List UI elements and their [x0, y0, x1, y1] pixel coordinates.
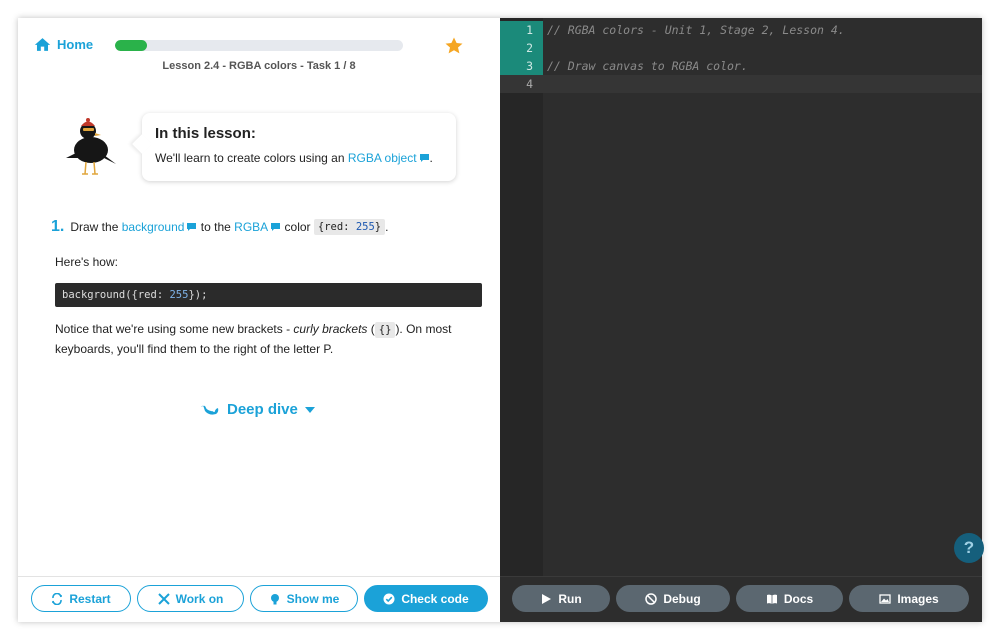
docs-label: Docs — [783, 591, 814, 606]
inline-code-prefix: {red: — [317, 221, 356, 233]
lesson-header: Home Lesson 2.4 - RGBA colors - Task 1 /… — [18, 18, 500, 78]
restart-label: Restart — [69, 591, 111, 606]
book-icon — [766, 594, 777, 604]
app-window: Home Lesson 2.4 - RGBA colors - Task 1 /… — [18, 18, 984, 622]
show-me-label: Show me — [286, 591, 340, 606]
check-circle-icon — [383, 593, 395, 604]
debug-button[interactable]: Debug — [616, 585, 730, 612]
docs-button[interactable]: Docs — [736, 585, 843, 612]
star-icon[interactable] — [444, 36, 464, 56]
work-on-button[interactable]: Work on — [137, 585, 244, 612]
line-code[interactable]: // RGBA colors - Unit 1, Stage 2, Lesson… — [547, 21, 845, 39]
intro-text-after: . — [429, 151, 433, 165]
restart-button[interactable]: Restart — [31, 585, 131, 612]
debug-label: Debug — [663, 591, 701, 606]
lesson-action-bar: Restart Work on Show me Check code — [18, 576, 500, 622]
code-line[interactable]: 2 — [500, 39, 982, 57]
heres-how-label: Here's how: — [55, 255, 118, 269]
inline-code-suffix: } — [374, 221, 382, 233]
intro-text-before: We'll learn to create colors using an — [155, 151, 348, 165]
example-code-block: background({red: 255}); — [55, 283, 482, 307]
rgba-object-link[interactable]: RGBA object — [348, 151, 417, 165]
task-text-part: . — [385, 220, 389, 234]
bird-mascot-icon — [66, 118, 116, 175]
code-block-suffix: }); — [188, 289, 208, 301]
notice-emphasis: curly brackets — [293, 322, 368, 336]
restart-icon — [52, 592, 63, 605]
debug-icon — [645, 592, 658, 605]
line-number: 3 — [500, 57, 543, 75]
home-icon — [34, 38, 51, 51]
home-label: Home — [57, 37, 94, 52]
intro-text: We'll learn to create colors using an RG… — [155, 151, 433, 165]
code-line[interactable]: 3 // Draw canvas to RGBA color. — [500, 57, 982, 75]
notice-text: ( — [367, 322, 375, 336]
image-icon — [879, 593, 891, 604]
line-gutter — [500, 18, 543, 576]
lesson-progress-bar — [115, 40, 403, 51]
chat-icon[interactable] — [186, 222, 197, 232]
work-on-label: Work on — [175, 591, 224, 606]
code-block-number: 255 — [169, 289, 189, 301]
inline-code: {red: 255} — [313, 219, 386, 235]
code-line-current[interactable]: 4 — [500, 75, 982, 93]
home-link[interactable]: Home — [34, 37, 93, 52]
chevron-down-icon — [304, 406, 315, 413]
task-text-part: to the — [200, 220, 231, 234]
line-number: 1 — [500, 21, 543, 39]
deep-dive-label: Deep dive — [227, 401, 298, 418]
whale-icon — [201, 405, 219, 415]
intro-bubble: In this lesson: We'll learn to create co… — [142, 113, 456, 181]
run-button[interactable]: Run — [512, 585, 610, 612]
run-label: Run — [558, 591, 582, 606]
lesson-title: Lesson 2.4 - RGBA colors - Task 1 / 8 — [162, 60, 356, 72]
check-code-button[interactable]: Check code — [364, 585, 488, 612]
lightbulb-icon — [270, 593, 279, 604]
editor-action-bar: Run Debug Docs Images — [500, 576, 982, 622]
task-step: 1. Draw the background to the RGBA color… — [51, 218, 388, 236]
code-block-prefix: background({red: — [62, 289, 170, 301]
inline-code-number: 255 — [355, 221, 375, 233]
code-line[interactable]: 1 // RGBA colors - Unit 1, Stage 2, Less… — [500, 21, 982, 39]
curly-brackets-code: {} — [374, 322, 396, 338]
rgba-link[interactable]: RGBA — [234, 220, 268, 234]
line-number: 2 — [500, 39, 543, 57]
task-text-part: color — [284, 220, 311, 234]
check-code-label: Check code — [401, 591, 469, 606]
notice-text: Notice that we're using some new bracket… — [55, 322, 294, 336]
line-code[interactable]: // Draw canvas to RGBA color. — [547, 57, 748, 75]
tools-icon — [157, 592, 170, 605]
step-number: 1. — [51, 218, 65, 235]
task-text-part: Draw the — [70, 220, 119, 234]
notice-paragraph: Notice that we're using some new bracket… — [55, 320, 485, 359]
play-icon — [542, 593, 552, 604]
images-button[interactable]: Images — [849, 585, 969, 612]
deep-dive-toggle[interactable]: Deep dive — [200, 401, 315, 418]
images-label: Images — [897, 591, 939, 606]
intro-heading: In this lesson: — [155, 125, 256, 142]
lesson-panel: Home Lesson 2.4 - RGBA colors - Task 1 /… — [18, 18, 500, 622]
lesson-progress-fill — [115, 40, 147, 51]
chat-icon[interactable] — [270, 222, 281, 232]
background-link[interactable]: background — [122, 220, 185, 234]
line-number: 4 — [526, 77, 533, 91]
show-me-button[interactable]: Show me — [250, 585, 358, 612]
code-editor-panel: 1 // RGBA colors - Unit 1, Stage 2, Less… — [500, 18, 984, 622]
help-button[interactable]: ? — [954, 533, 984, 563]
chat-icon[interactable] — [419, 153, 430, 163]
